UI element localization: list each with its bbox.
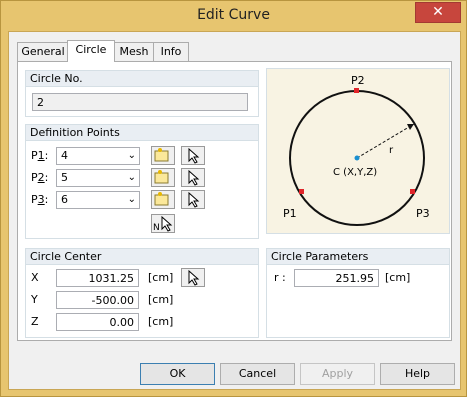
circle-diagram-svg: P2 P1 P3 r C (X,Y,Z) — [283, 74, 430, 226]
circle-no-field: 2 — [32, 93, 248, 111]
center-z-unit: [cm] — [148, 315, 174, 328]
diagram-center-label: C (X,Y,Z) — [333, 167, 377, 178]
dialog-content: General Circle Mesh Info Circle No. 2 De… — [8, 31, 461, 390]
p3-label: P3: — [31, 193, 49, 206]
pick-node-icon — [188, 147, 200, 164]
new-node-button-p3[interactable] — [151, 190, 175, 209]
circle-no-group: Circle No. 2 — [25, 70, 259, 117]
tab-mesh[interactable]: Mesh — [113, 42, 155, 61]
radius-arrowhead — [407, 124, 414, 130]
apply-button[interactable]: Apply — [300, 363, 375, 385]
center-x-field[interactable]: 1031.25 — [56, 269, 139, 287]
diagram-p1-label: P1 — [283, 207, 297, 220]
pick-node-button-p2[interactable] — [181, 168, 205, 187]
help-button[interactable]: Help — [380, 363, 455, 385]
diagram-radius-label: r — [389, 145, 394, 156]
pick-node-icon — [188, 191, 200, 208]
close-button[interactable]: ✕ — [415, 2, 461, 23]
window-title: Edit Curve — [197, 7, 270, 23]
p1-point — [299, 189, 304, 194]
circle-parameters-header: Circle Parameters — [267, 249, 449, 265]
new-node-button-p2[interactable] — [151, 168, 175, 187]
center-x-label: X — [31, 271, 39, 284]
center-z-label: Z — [31, 315, 39, 328]
p3-point — [410, 189, 415, 194]
center-point — [354, 155, 360, 161]
pick-center-button[interactable] — [181, 268, 205, 287]
circle-no-header: Circle No. — [26, 71, 258, 87]
p2-label: P2: — [31, 171, 49, 184]
radius-field[interactable]: 251.95 — [294, 269, 379, 287]
chevron-down-icon: ⌄ — [127, 194, 136, 205]
circle-center-group: Circle Center X 1031.25 [cm] Y -500.00 [… — [25, 248, 259, 338]
tab-circle[interactable]: Circle — [67, 40, 115, 62]
radius-unit: [cm] — [385, 271, 411, 284]
radius-line — [356, 123, 415, 159]
p1-select[interactable]: 4 ⌄ — [56, 147, 140, 165]
svg-text:N: N — [153, 223, 160, 232]
tab-info[interactable]: Info — [153, 42, 189, 61]
center-z-field[interactable]: 0.00 — [56, 313, 139, 331]
pick-node-button-p1[interactable] — [181, 146, 205, 165]
pick-numbered-nodes-button[interactable]: N — [151, 214, 175, 233]
definition-points-header: Definition Points — [26, 125, 258, 141]
new-node-icon — [154, 148, 169, 162]
ok-button[interactable]: OK — [140, 363, 215, 385]
pick-node-button-p3[interactable] — [181, 190, 205, 209]
pick-node-icon — [188, 169, 200, 186]
circle-parameters-group: Circle Parameters r : 251.95 [cm] — [266, 248, 450, 338]
circle-center-header: Circle Center — [26, 249, 258, 265]
tab-general[interactable]: General — [17, 42, 69, 61]
definition-points-group: Definition Points P1: 4 ⌄ P2: 5 ⌄ P3: 6 … — [25, 124, 259, 239]
diagram-p2-label: P2 — [351, 74, 365, 87]
center-y-label: Y — [31, 293, 38, 306]
center-x-unit: [cm] — [148, 271, 174, 284]
p2-point — [354, 88, 359, 93]
p3-select[interactable]: 6 ⌄ — [56, 191, 140, 209]
new-node-icon — [154, 192, 169, 206]
new-node-icon — [154, 170, 169, 184]
pick-node-icon — [188, 269, 200, 286]
title-bar[interactable]: Edit Curve ✕ — [1, 1, 466, 31]
pick-numbered-node-icon: N — [153, 215, 173, 233]
diagram-p3-label: P3 — [416, 207, 430, 220]
cancel-button[interactable]: Cancel — [220, 363, 295, 385]
new-node-button-p1[interactable] — [151, 146, 175, 165]
circle-tab-panel: Circle No. 2 Definition Points P1: 4 ⌄ P2… — [17, 61, 452, 341]
center-y-field[interactable]: -500.00 — [56, 291, 139, 309]
chevron-down-icon: ⌄ — [127, 172, 136, 183]
p2-select[interactable]: 5 ⌄ — [56, 169, 140, 187]
chevron-down-icon: ⌄ — [127, 150, 136, 161]
radius-label: r : — [274, 271, 286, 284]
center-y-unit: [cm] — [148, 293, 174, 306]
edit-curve-dialog: Edit Curve ✕ General Circle Mesh Info Ci… — [0, 0, 467, 397]
p1-label: P1: — [31, 149, 49, 162]
circle-diagram: P2 P1 P3 r C (X,Y,Z) — [266, 68, 450, 234]
